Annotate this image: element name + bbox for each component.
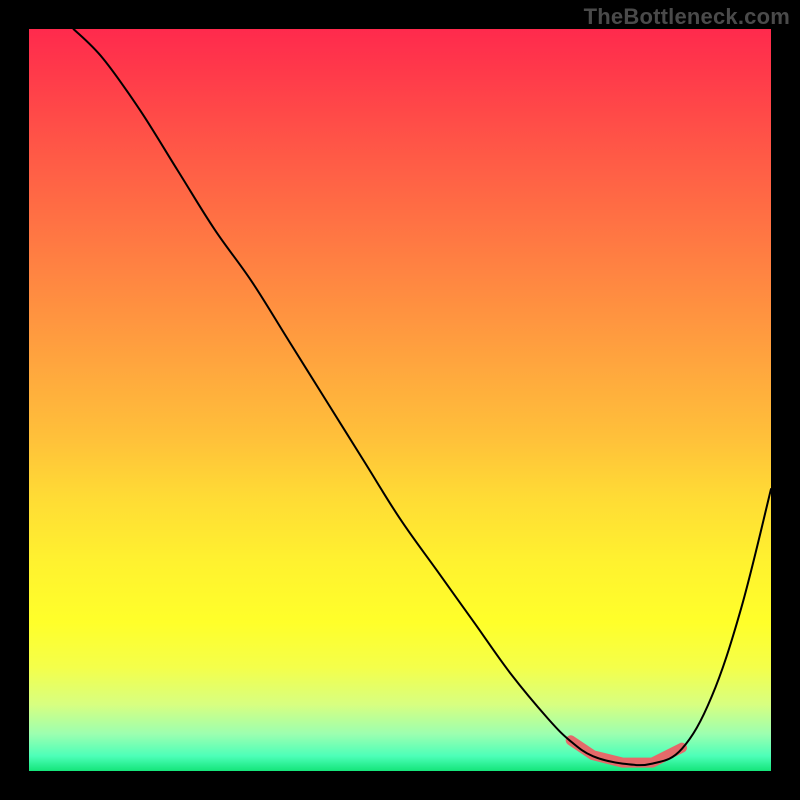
watermark-text: TheBottleneck.com [584, 4, 790, 30]
chart-frame: TheBottleneck.com [0, 0, 800, 800]
chart-overlay [29, 29, 771, 771]
bottleneck-curve-line [74, 29, 772, 765]
